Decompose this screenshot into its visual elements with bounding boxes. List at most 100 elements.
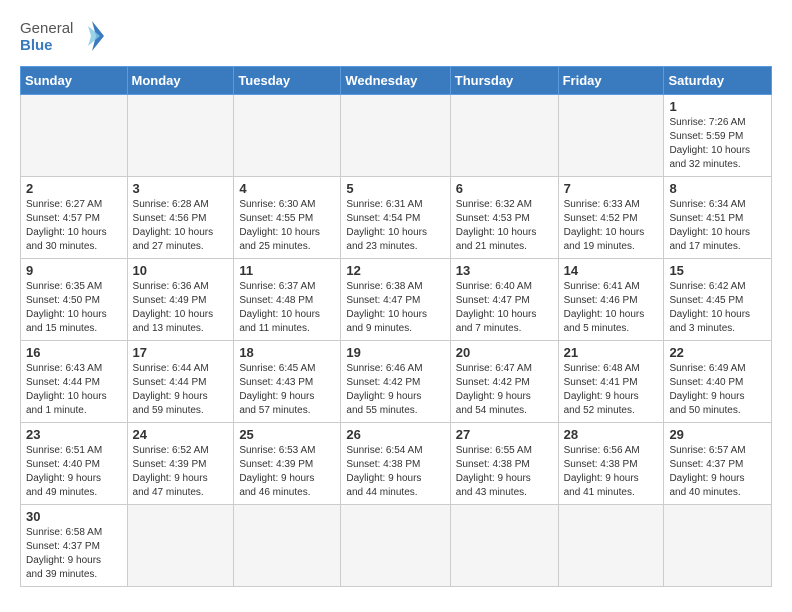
calendar-cell: 10Sunrise: 6:36 AM Sunset: 4:49 PM Dayli… <box>127 259 234 341</box>
day-number: 26 <box>346 427 444 442</box>
calendar-header-row: SundayMondayTuesdayWednesdayThursdayFrid… <box>21 67 772 95</box>
day-number: 23 <box>26 427 122 442</box>
day-number: 17 <box>133 345 229 360</box>
day-info: Sunrise: 6:32 AM Sunset: 4:53 PM Dayligh… <box>456 198 553 254</box>
day-info: Sunrise: 6:38 AM Sunset: 4:47 PM Dayligh… <box>346 280 444 336</box>
day-info: Sunrise: 6:43 AM Sunset: 4:44 PM Dayligh… <box>26 362 122 418</box>
day-number: 28 <box>564 427 659 442</box>
calendar-cell: 21 Sunrise: 6:48 AM Sunset: 4:41 PM Dayli… <box>558 341 664 423</box>
calendar-week-row: 9 Sunrise: 6:35 AM Sunset: 4:50 PM Daylig… <box>21 259 772 341</box>
calendar-cell: 29Sunrise: 6:57 AM Sunset: 4:37 PM Dayli… <box>664 423 772 505</box>
calendar-cell: 12Sunrise: 6:38 AM Sunset: 4:47 PM Dayli… <box>341 259 450 341</box>
day-number: 16 <box>26 345 122 360</box>
day-number: 13 <box>456 263 553 278</box>
calendar-week-row: 1Sunrise: 7:26 AM Sunset: 5:59 PM Daylig… <box>21 95 772 177</box>
calendar-cell: 13Sunrise: 6:40 AM Sunset: 4:47 PM Dayli… <box>450 259 558 341</box>
svg-text:General: General <box>20 20 73 37</box>
day-number: 11 <box>239 263 335 278</box>
calendar-cell <box>664 505 772 587</box>
calendar-cell: 11 Sunrise: 6:37 AM Sunset: 4:48 PM Dayli… <box>234 259 341 341</box>
calendar-cell: 15 Sunrise: 6:42 AM Sunset: 4:45 PM Dayli… <box>664 259 772 341</box>
day-info: Sunrise: 6:47 AM Sunset: 4:42 PM Dayligh… <box>456 362 553 418</box>
calendar-cell <box>341 505 450 587</box>
calendar-cell: 5 Sunrise: 6:31 AM Sunset: 4:54 PM Daylig… <box>341 177 450 259</box>
day-info: Sunrise: 6:58 AM Sunset: 4:37 PM Dayligh… <box>26 526 122 582</box>
day-number: 2 <box>26 181 122 196</box>
calendar-cell: 28 Sunrise: 6:56 AM Sunset: 4:38 PM Dayli… <box>558 423 664 505</box>
day-number: 30 <box>26 509 122 524</box>
calendar-header-thursday: Thursday <box>450 67 558 95</box>
day-number: 4 <box>239 181 335 196</box>
day-number: 5 <box>346 181 444 196</box>
day-info: Sunrise: 6:52 AM Sunset: 4:39 PM Dayligh… <box>133 444 229 500</box>
day-info: Sunrise: 6:55 AM Sunset: 4:38 PM Dayligh… <box>456 444 553 500</box>
day-info: Sunrise: 6:35 AM Sunset: 4:50 PM Dayligh… <box>26 280 122 336</box>
day-number: 1 <box>669 99 766 114</box>
calendar-cell: 25Sunrise: 6:53 AM Sunset: 4:39 PM Dayli… <box>234 423 341 505</box>
calendar-cell <box>341 95 450 177</box>
day-number: 15 <box>669 263 766 278</box>
day-info: Sunrise: 6:31 AM Sunset: 4:54 PM Dayligh… <box>346 198 444 254</box>
calendar-header-friday: Friday <box>558 67 664 95</box>
calendar-header-tuesday: Tuesday <box>234 67 341 95</box>
calendar-header-sunday: Sunday <box>21 67 128 95</box>
day-info: Sunrise: 6:36 AM Sunset: 4:49 PM Dayligh… <box>133 280 229 336</box>
day-info: Sunrise: 6:28 AM Sunset: 4:56 PM Dayligh… <box>133 198 229 254</box>
calendar-cell: 6 Sunrise: 6:32 AM Sunset: 4:53 PM Daylig… <box>450 177 558 259</box>
day-info: Sunrise: 6:33 AM Sunset: 4:52 PM Dayligh… <box>564 198 659 254</box>
calendar-cell: 26 Sunrise: 6:54 AM Sunset: 4:38 PM Dayli… <box>341 423 450 505</box>
day-info: Sunrise: 6:48 AM Sunset: 4:41 PM Dayligh… <box>564 362 659 418</box>
calendar-cell: 17 Sunrise: 6:44 AM Sunset: 4:44 PM Dayli… <box>127 341 234 423</box>
page: General Blue SundayMondayTuesdayWednesda… <box>0 0 792 607</box>
day-info: Sunrise: 6:41 AM Sunset: 4:46 PM Dayligh… <box>564 280 659 336</box>
calendar-header-saturday: Saturday <box>664 67 772 95</box>
calendar-cell: 2 Sunrise: 6:27 AM Sunset: 4:57 PM Daylig… <box>21 177 128 259</box>
day-info: Sunrise: 6:51 AM Sunset: 4:40 PM Dayligh… <box>26 444 122 500</box>
day-info: Sunrise: 6:42 AM Sunset: 4:45 PM Dayligh… <box>669 280 766 336</box>
day-info: Sunrise: 6:45 AM Sunset: 4:43 PM Dayligh… <box>239 362 335 418</box>
day-number: 6 <box>456 181 553 196</box>
day-number: 7 <box>564 181 659 196</box>
calendar-cell: 19Sunrise: 6:46 AM Sunset: 4:42 PM Dayli… <box>341 341 450 423</box>
day-number: 3 <box>133 181 229 196</box>
calendar-cell <box>127 505 234 587</box>
day-info: Sunrise: 6:37 AM Sunset: 4:48 PM Dayligh… <box>239 280 335 336</box>
calendar-cell: 24Sunrise: 6:52 AM Sunset: 4:39 PM Dayli… <box>127 423 234 505</box>
calendar-header-monday: Monday <box>127 67 234 95</box>
day-number: 18 <box>239 345 335 360</box>
calendar-cell <box>450 505 558 587</box>
day-number: 20 <box>456 345 553 360</box>
calendar-cell: 27 Sunrise: 6:55 AM Sunset: 4:38 PM Dayli… <box>450 423 558 505</box>
day-info: Sunrise: 6:30 AM Sunset: 4:55 PM Dayligh… <box>239 198 335 254</box>
calendar-cell <box>558 95 664 177</box>
calendar-cell: 14 Sunrise: 6:41 AM Sunset: 4:46 PM Dayli… <box>558 259 664 341</box>
day-number: 9 <box>26 263 122 278</box>
calendar-header-wednesday: Wednesday <box>341 67 450 95</box>
calendar-cell: 8Sunrise: 6:34 AM Sunset: 4:51 PM Daylig… <box>664 177 772 259</box>
day-info: Sunrise: 6:27 AM Sunset: 4:57 PM Dayligh… <box>26 198 122 254</box>
calendar-cell: 3 Sunrise: 6:28 AM Sunset: 4:56 PM Daylig… <box>127 177 234 259</box>
day-number: 22 <box>669 345 766 360</box>
calendar-week-row: 30 Sunrise: 6:58 AM Sunset: 4:37 PM Dayli… <box>21 505 772 587</box>
day-info: Sunrise: 6:54 AM Sunset: 4:38 PM Dayligh… <box>346 444 444 500</box>
header: General Blue <box>20 16 772 56</box>
calendar-cell: 22 Sunrise: 6:49 AM Sunset: 4:40 PM Dayli… <box>664 341 772 423</box>
day-number: 14 <box>564 263 659 278</box>
calendar-week-row: 16 Sunrise: 6:43 AM Sunset: 4:44 PM Dayli… <box>21 341 772 423</box>
day-number: 19 <box>346 345 444 360</box>
calendar-week-row: 2 Sunrise: 6:27 AM Sunset: 4:57 PM Daylig… <box>21 177 772 259</box>
calendar-cell: 23 Sunrise: 6:51 AM Sunset: 4:40 PM Dayli… <box>21 423 128 505</box>
day-number: 27 <box>456 427 553 442</box>
day-info: Sunrise: 6:49 AM Sunset: 4:40 PM Dayligh… <box>669 362 766 418</box>
calendar-cell: 1Sunrise: 7:26 AM Sunset: 5:59 PM Daylig… <box>664 95 772 177</box>
calendar-cell: 16 Sunrise: 6:43 AM Sunset: 4:44 PM Dayli… <box>21 341 128 423</box>
calendar-cell: 7 Sunrise: 6:33 AM Sunset: 4:52 PM Daylig… <box>558 177 664 259</box>
calendar-week-row: 23 Sunrise: 6:51 AM Sunset: 4:40 PM Dayli… <box>21 423 772 505</box>
day-number: 25 <box>239 427 335 442</box>
day-info: Sunrise: 6:44 AM Sunset: 4:44 PM Dayligh… <box>133 362 229 418</box>
day-info: Sunrise: 6:56 AM Sunset: 4:38 PM Dayligh… <box>564 444 659 500</box>
calendar-cell <box>127 95 234 177</box>
day-number: 8 <box>669 181 766 196</box>
day-number: 21 <box>564 345 659 360</box>
calendar-table: SundayMondayTuesdayWednesdayThursdayFrid… <box>20 66 772 587</box>
